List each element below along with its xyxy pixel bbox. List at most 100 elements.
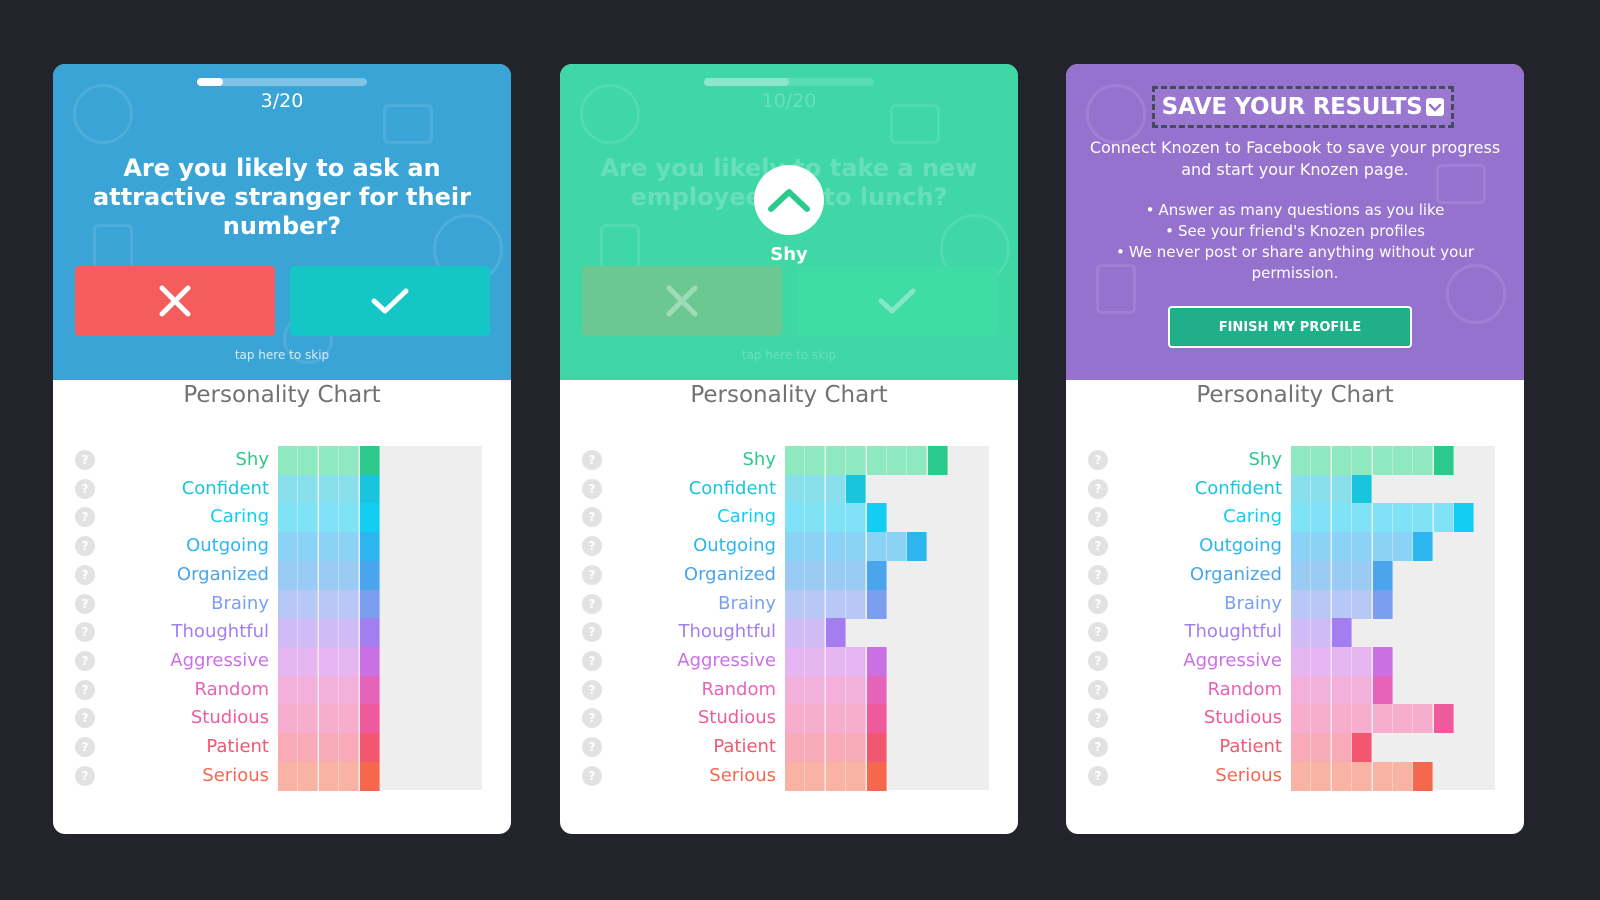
question-icon[interactable]: ? — [1088, 765, 1108, 786]
yes-button[interactable] — [290, 266, 490, 336]
trait-bar-cell — [298, 761, 319, 791]
question-icon[interactable]: ? — [75, 650, 95, 671]
question-panel: 3/20 Are you likely to ask an attractive… — [53, 64, 511, 380]
question-icon[interactable]: ? — [75, 708, 95, 729]
trait-bar-cell — [1311, 761, 1332, 791]
chart-row: ? Organized — [1066, 560, 1524, 590]
close-icon — [159, 285, 191, 317]
trait-label: Serious — [1215, 764, 1282, 786]
question-icon[interactable]: ? — [75, 507, 95, 528]
trait-bar-cell — [1331, 675, 1352, 705]
question-text: Are you likely to ask an attractive stra… — [93, 154, 471, 240]
skip-link[interactable]: tap here to skip — [53, 348, 511, 362]
question-icon[interactable]: ? — [1088, 650, 1108, 671]
trait-bar-cell — [1433, 503, 1454, 533]
trait-label: Thoughtful — [678, 621, 776, 643]
question-icon[interactable]: ? — [582, 450, 602, 470]
chart-row: ? Serious — [560, 761, 1018, 791]
trait-bar-cell — [1433, 704, 1454, 734]
question-icon[interactable]: ? — [75, 765, 95, 786]
trait-bar-cell — [339, 675, 360, 705]
chart-row: ? Serious — [1066, 761, 1524, 791]
trait-bar-cell — [1392, 532, 1413, 562]
question-icon[interactable]: ? — [1088, 478, 1108, 499]
question-icon[interactable]: ? — [75, 679, 95, 700]
trait-bar-cell — [825, 474, 846, 504]
question-icon[interactable]: ? — [75, 450, 95, 470]
chart-title: Personality Chart — [1196, 382, 1394, 408]
trait-label: Random — [194, 678, 269, 700]
trait-bar-cell — [846, 704, 867, 734]
trait-bar-cell — [278, 675, 298, 705]
trait-bar-cell — [318, 675, 339, 705]
question-icon[interactable]: ? — [1088, 708, 1108, 729]
trait-bar — [785, 618, 846, 648]
trait-bar-cell — [1331, 589, 1352, 619]
question-counter: 10/20 — [761, 90, 817, 112]
trait-label: Brainy — [211, 592, 269, 614]
trait-bar-cell — [825, 618, 846, 648]
trait-bar — [1291, 532, 1434, 562]
trait-bar-cell — [805, 675, 826, 705]
trait-bar-cell — [318, 532, 339, 562]
trait-bar — [1291, 675, 1393, 705]
trait-bar-cell — [339, 474, 360, 504]
question-icon[interactable]: ? — [582, 478, 602, 499]
question-icon[interactable]: ? — [582, 507, 602, 528]
chart-row: ? Outgoing — [53, 532, 511, 562]
question-icon[interactable]: ? — [1088, 737, 1108, 757]
question-icon[interactable]: ? — [75, 622, 95, 643]
trait-bar-cell — [1331, 761, 1352, 791]
question-icon[interactable]: ? — [1088, 593, 1108, 614]
trait-bar-cell — [1291, 618, 1311, 648]
trait-bar-cell — [1331, 646, 1352, 676]
quiz-card-2: 10/20 Are you likely to take a new emplo… — [560, 64, 1018, 834]
trait-bar — [785, 560, 887, 590]
trait-label: Caring — [1223, 506, 1282, 528]
trait-bar-cell — [1291, 675, 1311, 705]
question-icon[interactable]: ? — [582, 679, 602, 700]
trait-bar-cell — [1372, 503, 1393, 533]
question-icon[interactable]: ? — [582, 622, 602, 643]
question-icon[interactable]: ? — [1088, 450, 1108, 470]
question-icon[interactable]: ? — [582, 650, 602, 671]
question-icon[interactable]: ? — [1088, 536, 1108, 557]
no-button[interactable] — [75, 266, 275, 336]
trait-bar-cell — [1311, 646, 1332, 676]
trait-bar-cell — [1352, 589, 1373, 619]
trait-bar-cell — [1372, 560, 1393, 590]
question-icon[interactable]: ? — [582, 536, 602, 557]
trait-label: Serious — [709, 764, 776, 786]
trait-bar-cell — [1331, 503, 1352, 533]
trait-bar-cell — [298, 704, 319, 734]
trait-bar-cell — [1331, 474, 1352, 504]
benefit-list: • Answer as many questions as you like • S… — [1086, 200, 1504, 284]
question-icon[interactable]: ? — [582, 765, 602, 786]
question-icon[interactable]: ? — [75, 478, 95, 499]
question-icon[interactable]: ? — [75, 737, 95, 757]
trait-bar — [278, 446, 380, 475]
question-icon[interactable]: ? — [1088, 679, 1108, 700]
finish-profile-button[interactable]: FINISH MY PROFILE — [1168, 306, 1412, 348]
yes-button[interactable] — [797, 266, 997, 336]
trait-bar-cell — [359, 646, 380, 676]
question-icon[interactable]: ? — [75, 593, 95, 614]
question-icon[interactable]: ? — [75, 564, 95, 585]
trait-bar-cell — [805, 761, 826, 791]
trait-bar-cell — [825, 733, 846, 762]
no-button[interactable] — [582, 266, 782, 336]
chart-row: ? Aggressive — [53, 646, 511, 676]
question-icon[interactable]: ? — [582, 564, 602, 585]
trait-bar-cell — [1291, 733, 1311, 762]
skip-link[interactable]: tap here to skip — [560, 348, 1018, 362]
question-icon[interactable]: ? — [75, 536, 95, 557]
trait-bar-cell — [1372, 446, 1393, 475]
question-icon[interactable]: ? — [1088, 507, 1108, 528]
chart-row: ? Shy — [53, 446, 511, 475]
question-icon[interactable]: ? — [582, 737, 602, 757]
question-icon[interactable]: ? — [1088, 622, 1108, 643]
trait-bar-cell — [1331, 446, 1352, 475]
question-icon[interactable]: ? — [582, 593, 602, 614]
question-icon[interactable]: ? — [582, 708, 602, 729]
question-icon[interactable]: ? — [1088, 564, 1108, 585]
